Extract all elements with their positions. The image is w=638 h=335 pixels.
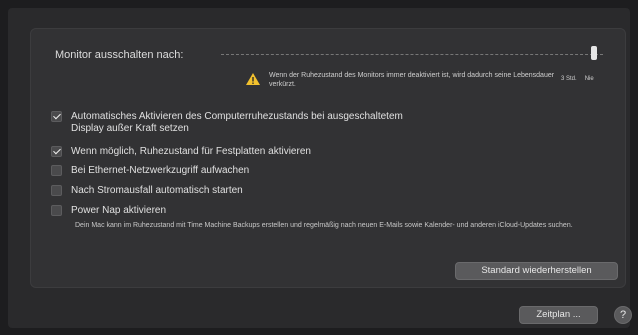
option-power-nap[interactable]: Power Nap aktivieren [51, 205, 166, 217]
option-prevent-sleep[interactable]: Automatisches Aktivieren des Computerruh… [51, 111, 403, 135]
checkbox-prevent-sleep[interactable] [51, 111, 62, 122]
option-wake-ethernet-label: Bei Ethernet-Netzwerkzugriff aufwachen [71, 165, 250, 176]
schedule-button[interactable]: Zeitplan ... [519, 306, 598, 324]
warning-icon [246, 73, 260, 85]
checkbox-disk-sleep[interactable] [51, 146, 62, 157]
option-prevent-sleep-label: Automatisches Aktivieren des Computerruh… [71, 111, 403, 134]
settings-panel: Monitor ausschalten nach: 3 Std. Nie Wen… [30, 28, 626, 288]
option-power-nap-label: Power Nap aktivieren [71, 205, 167, 216]
display-sleep-slider-thumb[interactable] [591, 46, 597, 60]
display-sleep-slider-track[interactable] [221, 54, 603, 55]
option-restart-power-failure-label: Nach Stromausfall automatisch starten [71, 185, 243, 196]
power-nap-note: Dein Mac kann im Ruhezustand mit Time Ma… [75, 222, 573, 229]
tick-label-never: Nie [584, 76, 594, 82]
option-restart-power-failure[interactable]: Nach Stromausfall automatisch starten [51, 185, 243, 197]
checkbox-restart-power-failure[interactable] [51, 185, 62, 196]
help-button[interactable]: ? [614, 306, 632, 324]
checkbox-power-nap[interactable] [51, 205, 62, 216]
restore-defaults-button[interactable]: Standard wiederherstellen [455, 262, 618, 280]
option-disk-sleep[interactable]: Wenn möglich, Ruhezustand für Festplatte… [51, 146, 311, 158]
option-wake-ethernet[interactable]: Bei Ethernet-Netzwerkzugriff aufwachen [51, 165, 249, 177]
slider-tick-labels: 3 Std. Nie [561, 76, 594, 82]
display-sleep-label: Monitor ausschalten nach: [55, 49, 184, 61]
option-disk-sleep-label: Wenn möglich, Ruhezustand für Festplatte… [71, 146, 311, 157]
warning-text: Wenn der Ruhezustand des Monitors immer … [269, 72, 555, 88]
checkbox-wake-ethernet[interactable] [51, 165, 62, 176]
tick-label-3h: 3 Std. [561, 76, 577, 82]
energy-saver-window: Monitor ausschalten nach: 3 Std. Nie Wen… [8, 8, 632, 328]
